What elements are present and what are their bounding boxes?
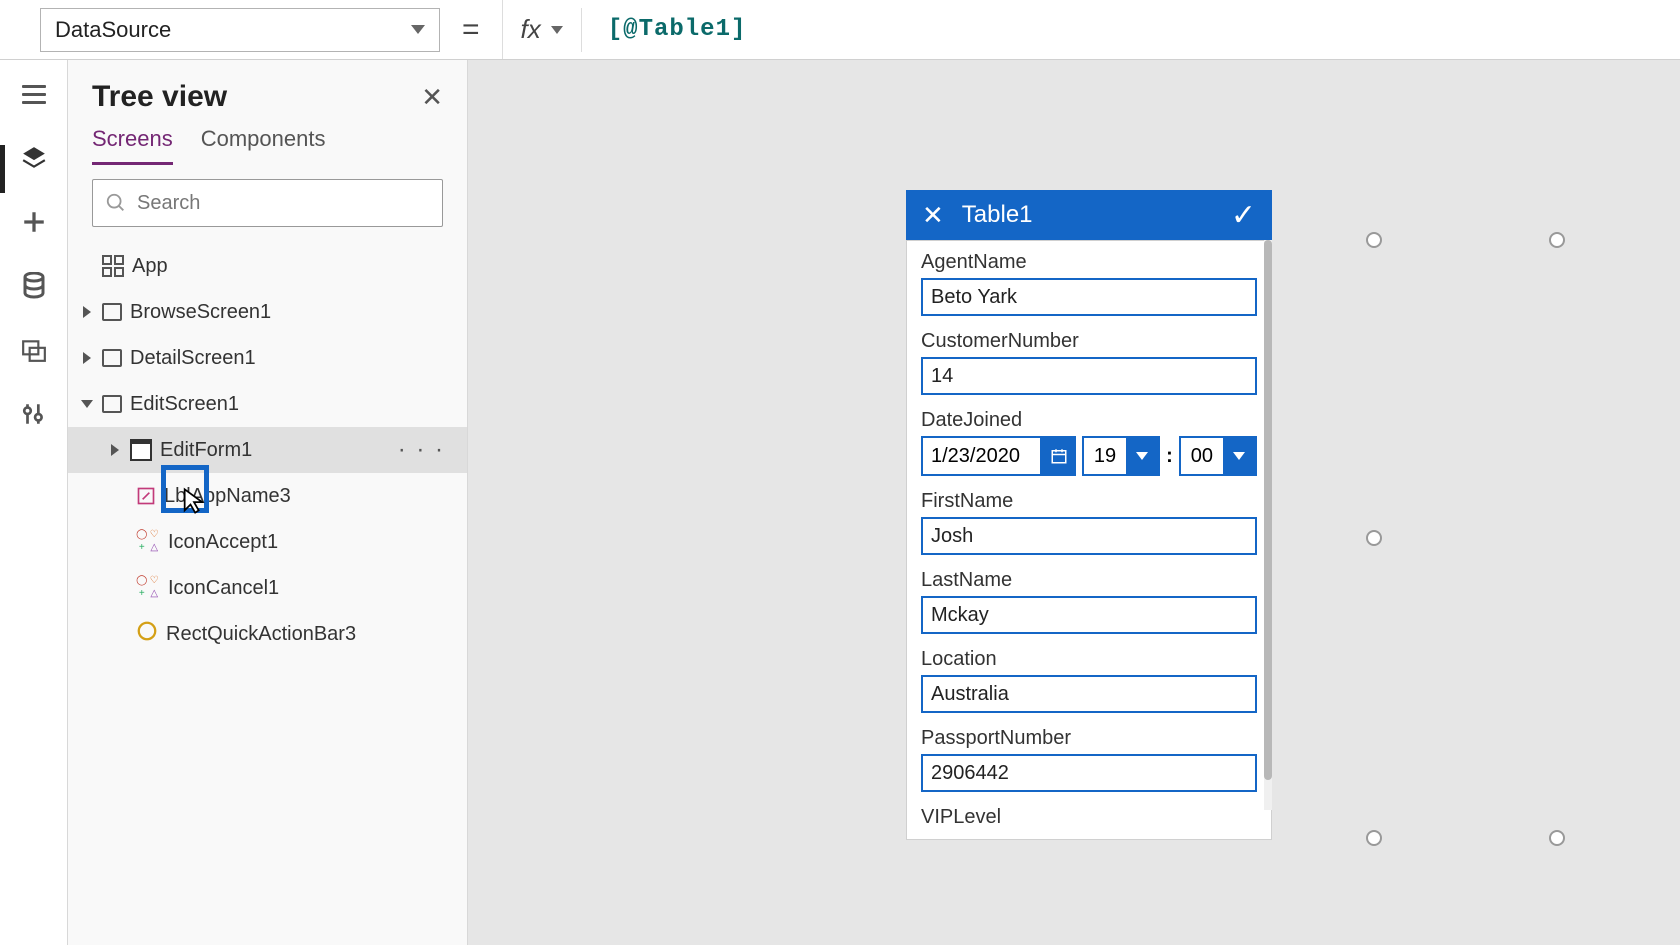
selection-handle[interactable]	[1366, 232, 1382, 248]
screen-icon	[102, 349, 122, 367]
minute-value: 00	[1181, 445, 1223, 468]
tab-components[interactable]: Components	[201, 126, 326, 165]
mobile-header: ✕ Table1 ✓	[906, 190, 1272, 240]
chevron-down-icon[interactable]	[80, 400, 94, 408]
tab-screens[interactable]: Screens	[92, 126, 173, 165]
field-label-viplevel: VIPLevel	[921, 806, 1257, 829]
accept-icon[interactable]: ✓	[1231, 198, 1256, 233]
fx-label: fx	[521, 14, 541, 45]
tree-item-browsescreen[interactable]: BrowseScreen1	[68, 289, 467, 335]
field-label-agentname: AgentName	[921, 251, 1257, 274]
active-indicator	[0, 145, 5, 193]
formula-area: fx [@Table1]	[502, 0, 747, 59]
time-separator: :	[1166, 445, 1173, 468]
tree-label: LblAppName3	[164, 485, 291, 508]
more-options-icon[interactable]: · · ·	[398, 436, 445, 464]
tree-item-editform[interactable]: EditForm1 · · ·	[68, 427, 467, 473]
chevron-down-icon	[1126, 438, 1158, 474]
equals-sign: =	[440, 13, 502, 47]
tree-label: EditForm1	[160, 439, 252, 462]
insert-icon[interactable]	[20, 210, 48, 234]
input-passport[interactable]: 2906442	[921, 754, 1257, 792]
icon-group-icon: ◯♡ +△	[136, 530, 160, 554]
scrollbar-thumb[interactable]	[1264, 240, 1272, 780]
tree-label: App	[132, 255, 168, 278]
chevron-down-icon	[411, 25, 425, 34]
field-label-datejoined: DateJoined	[921, 409, 1257, 432]
input-agentname[interactable]: Beto Yark	[921, 278, 1257, 316]
chevron-right-icon[interactable]	[108, 444, 122, 456]
label-icon	[136, 486, 156, 506]
formula-input[interactable]: [@Table1]	[592, 16, 747, 43]
tree-item-app[interactable]: App	[68, 243, 467, 289]
close-icon[interactable]: ✕	[421, 82, 443, 113]
form-icon	[130, 439, 152, 461]
mobile-preview[interactable]: ✕ Table1 ✓ AgentName Beto Yark CustomerN…	[906, 190, 1272, 840]
property-dropdown[interactable]: DataSource	[40, 8, 440, 52]
tree-item-editscreen[interactable]: EditScreen1	[68, 381, 467, 427]
canvas: ✕ Table1 ✓ AgentName Beto Yark CustomerN…	[468, 60, 1680, 945]
field-label-lastname: LastName	[921, 569, 1257, 592]
tree-item-lblappname[interactable]: LblAppName3	[68, 473, 467, 519]
fx-button[interactable]: fx	[503, 8, 582, 52]
media-icon[interactable]	[20, 338, 48, 362]
tree-label: BrowseScreen1	[130, 301, 271, 324]
tree-label: RectQuickActionBar3	[166, 623, 356, 646]
header-title: Table1	[962, 201, 1033, 229]
tree-list: App BrowseScreen1 DetailScreen1 EditScre…	[68, 233, 467, 657]
screen-icon	[102, 395, 122, 413]
chevron-right-icon[interactable]	[80, 306, 94, 318]
formula-bar: DataSource = fx [@Table1]	[0, 0, 1680, 60]
chevron-down-icon	[551, 26, 563, 34]
tree-item-iconcancel[interactable]: ◯♡ +△ IconCancel1	[68, 565, 467, 611]
input-location[interactable]: Australia	[921, 675, 1257, 713]
field-label-firstname: FirstName	[921, 490, 1257, 513]
input-customernumber[interactable]: 14	[921, 357, 1257, 395]
search-icon	[105, 192, 127, 214]
tree-view-icon[interactable]	[20, 146, 48, 170]
tree-label: IconCancel1	[168, 577, 279, 600]
search-input[interactable]: Search	[92, 179, 443, 227]
input-date[interactable]: 1/23/2020	[921, 436, 1042, 476]
icon-group-icon: ◯♡ +△	[136, 576, 160, 600]
form-body: AgentName Beto Yark CustomerNumber 14 Da…	[906, 240, 1272, 840]
minute-dropdown[interactable]: 00	[1179, 436, 1257, 476]
field-label-location: Location	[921, 648, 1257, 671]
selection-handle[interactable]	[1366, 830, 1382, 846]
tree-label: EditScreen1	[130, 393, 239, 416]
chevron-down-icon	[1223, 438, 1255, 474]
panel-title: Tree view	[92, 80, 227, 114]
tree-label: IconAccept1	[168, 531, 278, 554]
close-icon[interactable]: ✕	[922, 200, 944, 231]
search-placeholder: Search	[137, 192, 200, 215]
screen-icon	[102, 303, 122, 321]
selection-handle[interactable]	[1549, 232, 1565, 248]
tree-item-rectquick[interactable]: RectQuickActionBar3	[68, 611, 467, 657]
input-lastname[interactable]: Mckay	[921, 596, 1257, 634]
tab-row: Screens Components	[68, 126, 467, 165]
tools-icon[interactable]	[20, 402, 48, 426]
chevron-right-icon[interactable]	[80, 352, 94, 364]
hour-dropdown[interactable]: 19	[1082, 436, 1160, 476]
left-rail	[0, 60, 68, 945]
rectangle-icon	[136, 620, 158, 648]
field-label-customernumber: CustomerNumber	[921, 330, 1257, 353]
input-firstname[interactable]: Josh	[921, 517, 1257, 555]
tree-view-panel: Tree view ✕ Screens Components Search Ap…	[68, 60, 468, 945]
selection-handle[interactable]	[1366, 530, 1382, 546]
property-name: DataSource	[55, 17, 171, 43]
tree-item-iconaccept[interactable]: ◯♡ +△ IconAccept1	[68, 519, 467, 565]
tree-item-detailscreen[interactable]: DetailScreen1	[68, 335, 467, 381]
selection-handle[interactable]	[1549, 830, 1565, 846]
tree-label: DetailScreen1	[130, 347, 256, 370]
hamburger-icon[interactable]	[20, 82, 48, 106]
calendar-icon[interactable]	[1042, 436, 1076, 476]
app-icon	[102, 255, 124, 277]
hour-value: 19	[1084, 445, 1126, 468]
data-icon[interactable]	[20, 274, 48, 298]
field-label-passport: PassportNumber	[921, 727, 1257, 750]
